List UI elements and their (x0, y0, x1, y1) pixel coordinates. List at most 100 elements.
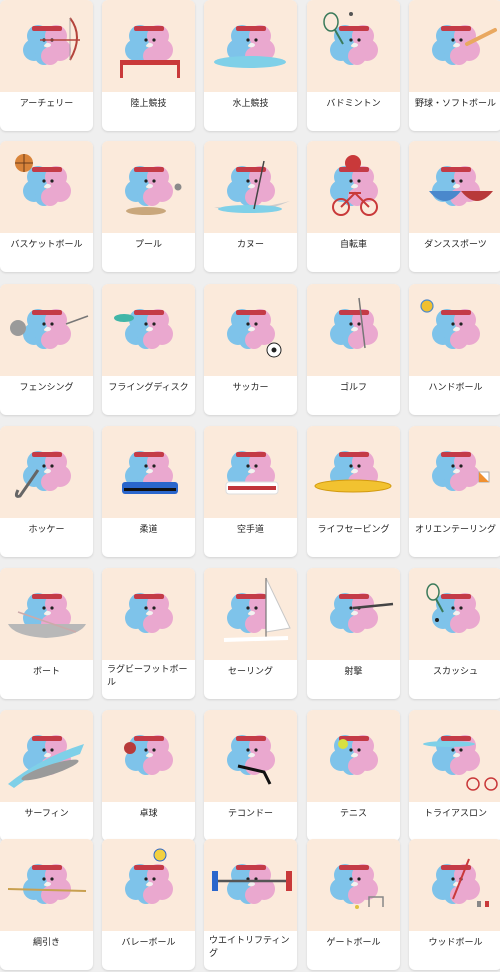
woodball-icon (409, 839, 500, 931)
sport-card[interactable]: フライングディスク (102, 284, 195, 415)
orienteering-icon (409, 426, 500, 518)
sport-card[interactable]: ウエイトリフティング (204, 839, 297, 970)
sport-card[interactable]: プール (102, 141, 195, 272)
sport-card[interactable]: サッカー (204, 284, 297, 415)
volleyball-icon (102, 839, 195, 931)
sport-label: ボート (32, 667, 60, 677)
sport-card[interactable]: 射撃 (307, 568, 400, 699)
sport-card[interactable]: セーリング (204, 568, 297, 699)
sport-card[interactable]: ライフセービング (307, 426, 400, 557)
sport-label: ゲートボール (326, 938, 381, 948)
sport-label: フェンシング (19, 383, 74, 393)
sport-card[interactable]: トライアスロン (409, 710, 500, 841)
sport-card[interactable]: 卓球 (102, 710, 195, 841)
sport-label: セーリング (227, 667, 273, 677)
hockey-icon (0, 426, 93, 518)
sport-label: オリエンテーリング (414, 525, 496, 535)
flying-disc-icon (102, 284, 195, 376)
sport-card[interactable]: 自転車 (307, 141, 400, 272)
tennis-icon (307, 710, 400, 802)
sport-label: トライアスロン (423, 809, 487, 819)
sport-label: 水上競技 (232, 99, 269, 109)
tug-of-war-icon (0, 839, 93, 931)
taekwondo-icon (204, 710, 297, 802)
sport-label: テコンドー (227, 809, 273, 819)
sport-card[interactable]: ボート (0, 568, 93, 699)
fencing-icon (0, 284, 93, 376)
cycling-icon (307, 141, 400, 233)
judo-icon (102, 426, 195, 518)
rugby-icon (102, 568, 195, 660)
shooting-icon (307, 568, 400, 660)
badminton-icon (307, 0, 400, 92)
sport-label: バスケットボール (10, 240, 83, 250)
sport-label: 柔道 (139, 525, 158, 535)
athletics-icon (102, 0, 195, 92)
sport-label: サーフィン (24, 809, 69, 819)
sport-card[interactable]: バドミントン (307, 0, 400, 131)
sport-card[interactable]: バスケットボール (0, 141, 93, 272)
sport-card[interactable]: スカッシュ (409, 568, 500, 699)
sport-label: テニス (339, 809, 367, 819)
sport-label: ウッドボール (428, 938, 483, 948)
sport-label: スカッシュ (432, 667, 478, 677)
sport-card[interactable]: バレーボール (102, 839, 195, 970)
sport-card[interactable]: 柔道 (102, 426, 195, 557)
sport-card[interactable]: 綱引き (0, 839, 93, 970)
weightlifting-icon (204, 839, 297, 931)
table-tennis-icon (102, 710, 195, 802)
sport-card[interactable]: 陸上競技 (102, 0, 195, 131)
sport-label: 綱引き (32, 938, 60, 948)
sport-card[interactable]: カヌー (204, 141, 297, 272)
sport-label: 空手道 (236, 525, 264, 535)
sport-label: バドミントン (326, 99, 381, 109)
lifesaving-icon (307, 426, 400, 518)
sport-card[interactable]: 野球・ソフトボール (409, 0, 500, 131)
sport-label: 陸上競技 (130, 99, 167, 109)
sport-card[interactable]: テコンドー (204, 710, 297, 841)
sport-label: バレーボール (121, 938, 176, 948)
aquatics-icon (204, 0, 297, 92)
sport-card[interactable]: ラグビーフットボール (102, 568, 195, 699)
canoe-icon (204, 141, 297, 233)
baseball-softball-icon (409, 0, 500, 92)
rowing-icon (0, 568, 93, 660)
sport-label: ダンススポーツ (424, 240, 487, 250)
football-icon (204, 284, 297, 376)
sport-label: ホッケー (28, 525, 65, 535)
basketball-icon (0, 141, 93, 233)
sport-card[interactable]: ウッドボール (409, 839, 500, 970)
sport-label: 自転車 (339, 240, 367, 250)
sports-grid: アーチェリー 陸上競技 水上競技 バドミントン 野球・ソフトボールバスケットボール プール… (0, 0, 500, 972)
sport-card[interactable]: ゴルフ (307, 284, 400, 415)
sport-card[interactable]: オリエンテーリング (409, 426, 500, 557)
sport-label: フライングディスク (108, 383, 189, 393)
sport-label: カヌー (236, 240, 264, 250)
archery-icon (0, 0, 93, 92)
sport-label: プール (134, 240, 162, 250)
sport-label: 野球・ソフトボール (414, 99, 496, 109)
gateball-icon (307, 839, 400, 931)
surfing-icon (0, 710, 93, 802)
dancesport-icon (409, 141, 500, 233)
sport-label: アーチェリー (19, 99, 74, 109)
sport-card[interactable]: ホッケー (0, 426, 93, 557)
sport-card[interactable]: 水上競技 (204, 0, 297, 131)
golf-icon (307, 284, 400, 376)
sport-card[interactable]: 空手道 (204, 426, 297, 557)
sport-label: ウエイトリフティング (209, 936, 290, 959)
triathlon-icon (409, 710, 500, 802)
sport-label: 卓球 (139, 809, 158, 819)
sport-card[interactable]: ダンススポーツ (409, 141, 500, 272)
sport-card[interactable]: サーフィン (0, 710, 93, 841)
boules-icon (102, 141, 195, 233)
sport-card[interactable]: ハンドボール (409, 284, 500, 415)
sport-card[interactable]: ゲートボール (307, 839, 400, 970)
sport-label: ラグビーフットボール (107, 665, 188, 688)
sport-card[interactable]: フェンシング (0, 284, 93, 415)
sport-label: サッカー (232, 383, 269, 393)
sport-label: ハンドボール (428, 383, 483, 393)
sport-card[interactable]: テニス (307, 710, 400, 841)
squash-icon (409, 568, 500, 660)
sport-card[interactable]: アーチェリー (0, 0, 93, 131)
